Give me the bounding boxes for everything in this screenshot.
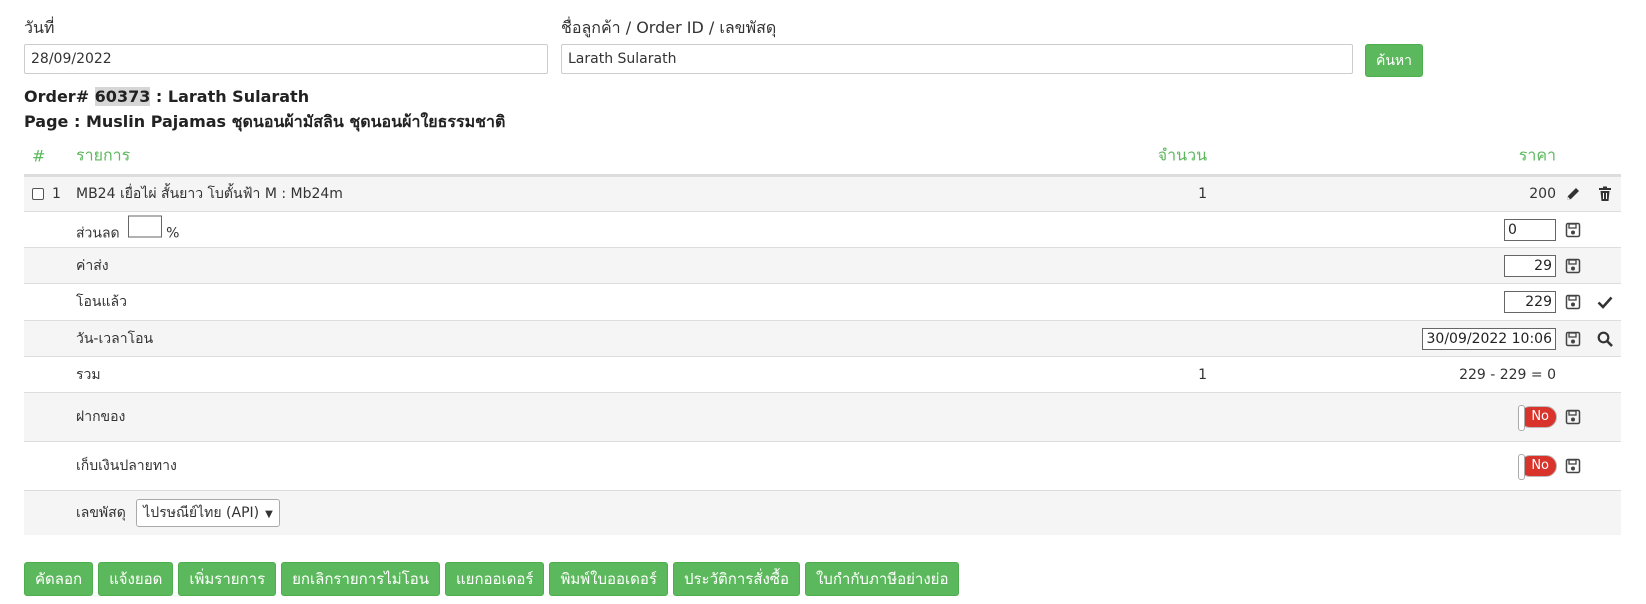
trash-icon[interactable]	[1597, 186, 1613, 202]
chevron-down-icon: ▼	[265, 509, 273, 520]
discount-label: ส่วนลด	[76, 225, 120, 241]
order-title: Order# 60373 : Larath Sularath	[24, 87, 309, 106]
header-hash: #	[32, 146, 46, 166]
transfer-time-cell: 30/09/2022 10:06	[1422, 327, 1556, 350]
cod-toggle[interactable]: No	[1518, 454, 1557, 480]
carrier-select-value: ไปรษณีย์ไทย (API)	[143, 505, 260, 521]
table-row-discount: ส่วนลด % 0	[24, 211, 1621, 247]
table-row-transfer-time: วัน-เวลาโอน 30/09/2022 10:06	[24, 320, 1621, 356]
save-icon[interactable]	[1565, 331, 1581, 347]
save-icon[interactable]	[1565, 409, 1581, 425]
add-item-button[interactable]: เพิ่มรายการ	[178, 562, 277, 596]
header-item: รายการ	[76, 145, 131, 165]
table-header-row: # รายการ จำนวน ราคา	[24, 138, 1621, 176]
search-button[interactable]: ค้นหา	[1365, 44, 1423, 77]
transfer-time-label: วัน-เวลาโอน	[76, 330, 154, 347]
save-icon[interactable]	[1565, 222, 1581, 238]
deposit-toggle[interactable]: No	[1518, 405, 1557, 431]
shipping-input[interactable]: 29	[1504, 254, 1556, 277]
discount-amount-input[interactable]: 0	[1504, 218, 1556, 241]
split-order-button[interactable]: แยกออเดอร์	[444, 562, 545, 596]
table-row-tracking: เลขพัสดุ ไปรษณีย์ไทย (API) ▼	[24, 490, 1621, 535]
discount-cell: ส่วนลด %	[76, 215, 179, 244]
cancel-unpaid-button[interactable]: ยกเลิกรายการไม่โอน	[281, 562, 440, 596]
table-row-paid: โอนแล้ว 229	[24, 283, 1621, 320]
order-customer-name: : Larath Sularath	[150, 87, 310, 106]
carrier-select[interactable]: ไปรษณีย์ไทย (API) ▼	[136, 499, 280, 527]
item-index: 1	[52, 186, 61, 202]
item-name: MB24 เยื่อไผ่ สั้นยาว โบตั้นฟ้า M : Mb24…	[76, 186, 343, 202]
date-input[interactable]: 28/09/2022	[24, 44, 548, 74]
total-qty: 1	[1198, 366, 1207, 383]
item-qty: 1	[1198, 186, 1207, 202]
table-row-cod: เก็บเงินปลายทาง No	[24, 441, 1621, 490]
order-id[interactable]: 60373	[94, 87, 151, 106]
save-icon[interactable]	[1565, 294, 1581, 310]
transfer-time-input[interactable]: 30/09/2022 10:06	[1422, 327, 1556, 350]
save-icon[interactable]	[1565, 258, 1581, 274]
paid-label: โอนแล้ว	[76, 294, 127, 310]
customer-search-input[interactable]: Larath Sularath	[561, 44, 1353, 74]
save-icon[interactable]	[1565, 458, 1581, 474]
total-label: รวม	[76, 366, 101, 383]
table-row-deposit: ฝากของ No	[24, 392, 1621, 441]
paid-value-cell: 229	[1504, 291, 1556, 313]
deposit-label: ฝากของ	[76, 409, 126, 425]
paid-input[interactable]: 229	[1504, 291, 1556, 313]
shipping-value-cell: 29	[1504, 254, 1556, 277]
discount-value-cell: 0	[1504, 218, 1556, 241]
date-label: วันที่	[24, 18, 55, 37]
order-history-button[interactable]: ประวัติการสั่งซื้อ	[672, 562, 800, 596]
notify-amount-button[interactable]: แจ้งยอด	[98, 562, 174, 596]
header-qty: จำนวน	[1157, 145, 1207, 165]
header-price: ราคา	[1518, 145, 1556, 165]
tax-invoice-button[interactable]: ใบกำกับภาษีอย่างย่อ	[804, 562, 960, 596]
order-items-table: # รายการ จำนวน ราคา 1 MB24 เยื่อไผ่ สั้น…	[24, 138, 1621, 535]
print-order-button[interactable]: พิมพ์ใบออเดอร์	[549, 562, 668, 596]
check-icon[interactable]	[1597, 294, 1613, 310]
table-row-total: รวม 1 229 - 229 = 0	[24, 356, 1621, 392]
table-row-shipping: ค่าส่ง 29	[24, 247, 1621, 283]
order-page-line: Page : Muslin Pajamas ชุดนอนผ้ามัสลิน ชุ…	[24, 112, 506, 131]
search-icon[interactable]	[1597, 331, 1613, 347]
discount-percent-input[interactable]	[128, 215, 163, 237]
pencil-icon[interactable]	[1565, 186, 1581, 202]
item-select-cell: 1	[32, 186, 61, 202]
tracking-label: เลขพัสดุ	[76, 505, 126, 521]
order-prefix: Order#	[24, 87, 95, 106]
cod-label: เก็บเงินปลายทาง	[76, 458, 177, 474]
copy-button[interactable]: คัดลอก	[24, 562, 94, 596]
item-price: 200	[1529, 186, 1556, 202]
percent-sign: %	[166, 225, 180, 241]
action-button-bar: คัดลอก แจ้งยอด เพิ่มรายการ ยกเลิกรายการไ…	[24, 562, 960, 596]
customer-label: ชื่อลูกค้า / Order ID / เลขพัสดุ	[561, 18, 777, 37]
shipping-label: ค่าส่ง	[76, 257, 109, 274]
tracking-cell: เลขพัสดุ ไปรษณีย์ไทย (API) ▼	[76, 499, 280, 527]
total-summary: 229 - 229 = 0	[1459, 366, 1556, 383]
item-checkbox[interactable]	[32, 188, 44, 200]
table-row-item: 1 MB24 เยื่อไผ่ สั้นยาว โบตั้นฟ้า M : Mb…	[24, 176, 1621, 211]
